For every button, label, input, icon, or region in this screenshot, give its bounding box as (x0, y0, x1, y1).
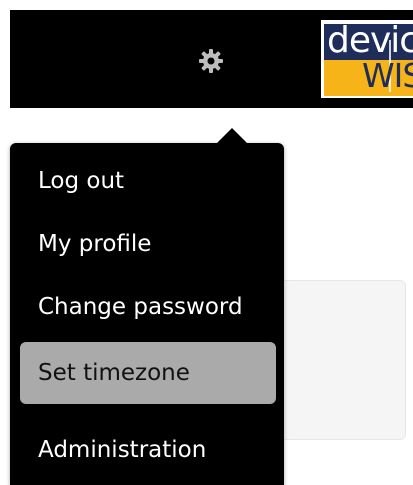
logo-text-wise: WISE (362, 56, 413, 95)
devicewise-logo[interactable]: device WISE (321, 20, 413, 98)
settings-dropdown-menu: Log out My profile Change password Set t… (10, 143, 284, 485)
gear-icon[interactable] (198, 48, 224, 74)
menu-item-set-timezone[interactable]: Set timezone (20, 342, 276, 404)
menu-item-change-password[interactable]: Change password (20, 282, 276, 332)
menu-pointer-arrow (216, 128, 248, 144)
menu-item-administration[interactable]: Administration (20, 425, 276, 475)
top-bar: device WISE (10, 10, 413, 108)
menu-item-my-profile[interactable]: My profile (20, 219, 276, 269)
menu-item-log-out[interactable]: Log out (20, 156, 276, 206)
